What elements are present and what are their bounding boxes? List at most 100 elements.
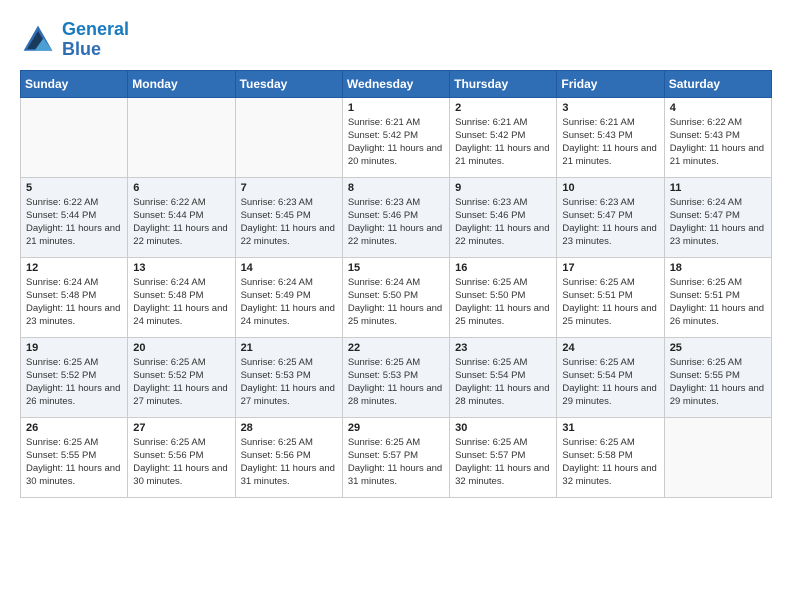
calendar-cell: 13Sunrise: 6:24 AM Sunset: 5:48 PM Dayli… (128, 257, 235, 337)
calendar-cell: 18 Sunrise: 6:25 AM Sunset: 5:51 PM Dayli… (664, 257, 771, 337)
day-number: 6 (133, 182, 229, 194)
calendar-cell: 9 Sunrise: 6:23 AM Sunset: 5:46 PM Daylig… (450, 177, 557, 257)
calendar-cell: 27 Sunrise: 6:25 AM Sunset: 5:56 PM Dayli… (128, 417, 235, 497)
weekday-header-monday: Monday (128, 70, 235, 97)
calendar-cell: 3 Sunrise: 6:21 AM Sunset: 5:43 PM Daylig… (557, 97, 664, 177)
calendar-cell: 15 Sunrise: 6:24 AM Sunset: 5:50 PM Dayli… (342, 257, 449, 337)
calendar-cell: 14 Sunrise: 6:24 AM Sunset: 5:49 PM Dayli… (235, 257, 342, 337)
day-info: Sunrise: 6:25 AM Sunset: 5:54 PM Dayligh… (455, 356, 551, 409)
calendar-table: SundayMondayTuesdayWednesdayThursdayFrid… (20, 70, 772, 498)
day-info: Sunrise: 6:25 AM Sunset: 5:57 PM Dayligh… (455, 436, 551, 489)
calendar-cell: 7 Sunrise: 6:23 AM Sunset: 5:45 PM Daylig… (235, 177, 342, 257)
weekday-header-friday: Friday (557, 70, 664, 97)
logo: General Blue (20, 20, 129, 60)
day-number: 25 (670, 342, 766, 354)
calendar-cell (21, 97, 128, 177)
day-info: Sunrise: 6:25 AM Sunset: 5:56 PM Dayligh… (241, 436, 337, 489)
day-number: 26 (26, 422, 122, 434)
day-number: 13 (133, 262, 229, 274)
weekday-header-saturday: Saturday (664, 70, 771, 97)
day-info: Sunrise: 6:22 AM Sunset: 5:43 PM Dayligh… (670, 116, 766, 169)
day-info: Sunrise: 6:25 AM Sunset: 5:58 PM Dayligh… (562, 436, 658, 489)
weekday-header-sunday: Sunday (21, 70, 128, 97)
weekday-header-thursday: Thursday (450, 70, 557, 97)
calendar-cell: 11 Sunrise: 6:24 AM Sunset: 5:47 PM Dayli… (664, 177, 771, 257)
calendar-header-row: SundayMondayTuesdayWednesdayThursdayFrid… (21, 70, 772, 97)
day-info: Sunrise: 6:24 AM Sunset: 5:47 PM Dayligh… (670, 196, 766, 249)
calendar-cell: 10Sunrise: 6:23 AM Sunset: 5:47 PM Dayli… (557, 177, 664, 257)
calendar-cell: 31 Sunrise: 6:25 AM Sunset: 5:58 PM Dayli… (557, 417, 664, 497)
day-number: 11 (670, 182, 766, 194)
day-number: 31 (562, 422, 658, 434)
day-number: 8 (348, 182, 444, 194)
day-number: 20 (133, 342, 229, 354)
day-info: Sunrise: 6:24 AM Sunset: 5:50 PM Dayligh… (348, 276, 444, 329)
day-info: Sunrise: 6:23 AM Sunset: 5:46 PM Dayligh… (455, 196, 551, 249)
calendar-cell: 8 Sunrise: 6:23 AM Sunset: 5:46 PM Daylig… (342, 177, 449, 257)
day-number: 7 (241, 182, 337, 194)
calendar-cell (235, 97, 342, 177)
calendar-cell: 29Sunrise: 6:25 AM Sunset: 5:57 PM Dayli… (342, 417, 449, 497)
day-info: Sunrise: 6:23 AM Sunset: 5:46 PM Dayligh… (348, 196, 444, 249)
calendar-cell: 5Sunrise: 6:22 AM Sunset: 5:44 PM Daylig… (21, 177, 128, 257)
day-number: 27 (133, 422, 229, 434)
day-number: 24 (562, 342, 658, 354)
day-info: Sunrise: 6:22 AM Sunset: 5:44 PM Dayligh… (26, 196, 122, 249)
day-number: 2 (455, 102, 551, 114)
weekday-header-wednesday: Wednesday (342, 70, 449, 97)
calendar-cell: 21Sunrise: 6:25 AM Sunset: 5:53 PM Dayli… (235, 337, 342, 417)
calendar-cell: 20 Sunrise: 6:25 AM Sunset: 5:52 PM Dayli… (128, 337, 235, 417)
calendar-cell: 24 Sunrise: 6:25 AM Sunset: 5:54 PM Dayli… (557, 337, 664, 417)
day-info: Sunrise: 6:25 AM Sunset: 5:52 PM Dayligh… (26, 356, 122, 409)
day-info: Sunrise: 6:25 AM Sunset: 5:55 PM Dayligh… (26, 436, 122, 489)
day-info: Sunrise: 6:25 AM Sunset: 5:52 PM Dayligh… (133, 356, 229, 409)
day-info: Sunrise: 6:23 AM Sunset: 5:45 PM Dayligh… (241, 196, 337, 249)
day-info: Sunrise: 6:21 AM Sunset: 5:43 PM Dayligh… (562, 116, 658, 169)
day-number: 15 (348, 262, 444, 274)
calendar-cell: 1Sunrise: 6:21 AM Sunset: 5:42 PM Daylig… (342, 97, 449, 177)
calendar-cell: 25Sunrise: 6:25 AM Sunset: 5:55 PM Dayli… (664, 337, 771, 417)
calendar-week-2: 5Sunrise: 6:22 AM Sunset: 5:44 PM Daylig… (21, 177, 772, 257)
day-number: 1 (348, 102, 444, 114)
day-info: Sunrise: 6:21 AM Sunset: 5:42 PM Dayligh… (455, 116, 551, 169)
day-info: Sunrise: 6:22 AM Sunset: 5:44 PM Dayligh… (133, 196, 229, 249)
calendar-cell: 4 Sunrise: 6:22 AM Sunset: 5:43 PM Daylig… (664, 97, 771, 177)
day-number: 4 (670, 102, 766, 114)
day-number: 12 (26, 262, 122, 274)
calendar-week-3: 12 Sunrise: 6:24 AM Sunset: 5:48 PM Dayli… (21, 257, 772, 337)
day-number: 10 (562, 182, 658, 194)
calendar-cell: 26 Sunrise: 6:25 AM Sunset: 5:55 PM Dayli… (21, 417, 128, 497)
day-number: 22 (348, 342, 444, 354)
day-info: Sunrise: 6:25 AM Sunset: 5:56 PM Dayligh… (133, 436, 229, 489)
day-info: Sunrise: 6:25 AM Sunset: 5:51 PM Dayligh… (670, 276, 766, 329)
day-info: Sunrise: 6:25 AM Sunset: 5:54 PM Dayligh… (562, 356, 658, 409)
calendar-cell: 19 Sunrise: 6:25 AM Sunset: 5:52 PM Dayli… (21, 337, 128, 417)
calendar-week-1: 1 Sunrise: 6:21 AM Sunset: 5:42 PM Daylig… (21, 97, 772, 177)
day-info: Sunrise: 6:25 AM Sunset: 5:53 PM Dayligh… (348, 356, 444, 409)
day-number: 18 (670, 262, 766, 274)
day-number: 19 (26, 342, 122, 354)
calendar-cell (128, 97, 235, 177)
day-number: 28 (241, 422, 337, 434)
calendar-cell: 16Sunrise: 6:25 AM Sunset: 5:50 PM Dayli… (450, 257, 557, 337)
calendar-week-5: 26 Sunrise: 6:25 AM Sunset: 5:55 PM Dayli… (21, 417, 772, 497)
calendar-body: 1 Sunrise: 6:21 AM Sunset: 5:42 PM Daylig… (21, 97, 772, 497)
calendar-cell: 23 Sunrise: 6:25 AM Sunset: 5:54 PM Dayli… (450, 337, 557, 417)
logo-text: General Blue (62, 20, 129, 60)
calendar-cell (664, 417, 771, 497)
day-info: Sunrise: 6:25 AM Sunset: 5:51 PM Dayligh… (562, 276, 658, 329)
calendar-cell: 6 Sunrise: 6:22 AM Sunset: 5:44 PM Daylig… (128, 177, 235, 257)
day-info: Sunrise: 6:25 AM Sunset: 5:57 PM Dayligh… (348, 436, 444, 489)
day-number: 14 (241, 262, 337, 274)
day-number: 17 (562, 262, 658, 274)
day-number: 3 (562, 102, 658, 114)
day-number: 23 (455, 342, 551, 354)
calendar-cell: 12 Sunrise: 6:24 AM Sunset: 5:48 PM Dayli… (21, 257, 128, 337)
calendar-cell: 30Sunrise: 6:25 AM Sunset: 5:57 PM Dayli… (450, 417, 557, 497)
day-info: Sunrise: 6:24 AM Sunset: 5:48 PM Dayligh… (26, 276, 122, 329)
day-number: 9 (455, 182, 551, 194)
day-info: Sunrise: 6:24 AM Sunset: 5:49 PM Dayligh… (241, 276, 337, 329)
page-header: General Blue (20, 20, 772, 60)
logo-icon (20, 22, 56, 58)
calendar-cell: 22 Sunrise: 6:25 AM Sunset: 5:53 PM Dayli… (342, 337, 449, 417)
